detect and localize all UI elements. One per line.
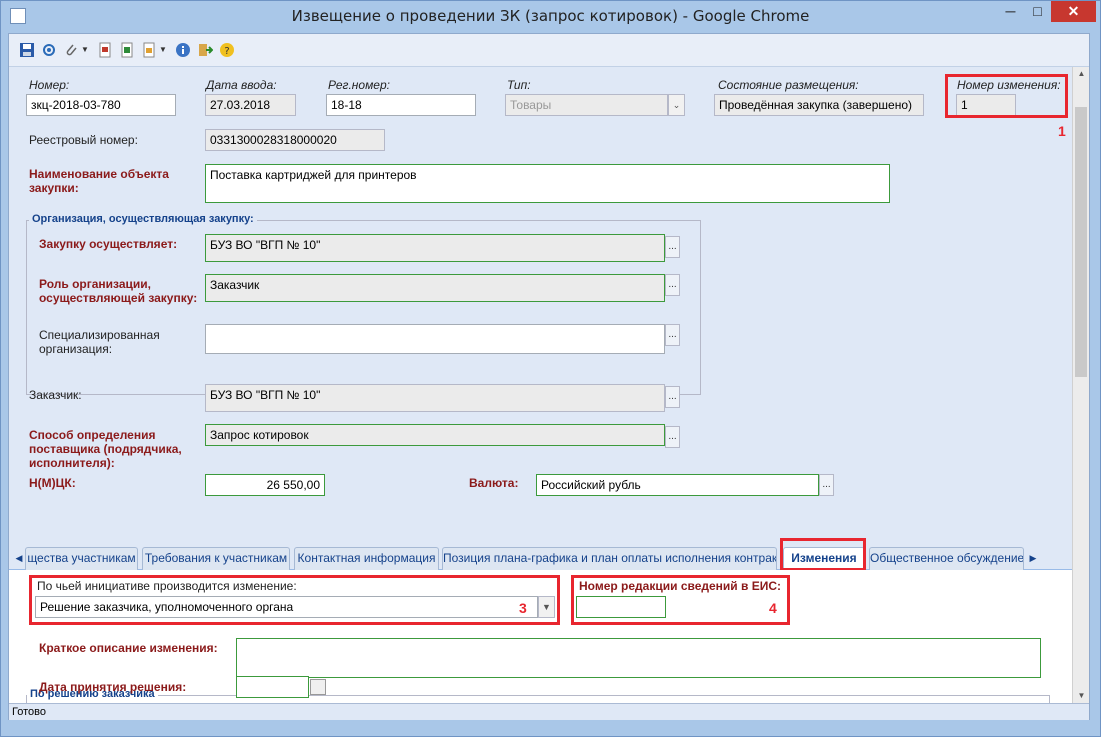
currency-select-button[interactable]: ... [819,474,834,496]
excel-icon[interactable] [119,42,135,58]
customer-select-button[interactable]: ... [665,386,680,408]
customer-label: Заказчик: [29,388,82,402]
reg-number-label: Рег.номер: [328,78,390,92]
scroll-down-icon[interactable]: ▼ [1073,689,1090,703]
attachment-icon[interactable] [63,42,79,58]
registry-label: Реестровый номер: [29,133,138,147]
browser-window: Извещение о проведении ЗК (запрос котиро… [0,0,1101,737]
export-icon[interactable] [97,42,113,58]
method-field: Запрос котировок [205,424,665,446]
tab-scroll-right-icon[interactable]: ▶ [1027,549,1039,567]
reg-number-field[interactable]: 18-18 [326,94,476,116]
save-icon[interactable] [19,42,35,58]
minimize-button[interactable]: ─ [997,1,1024,22]
special-org-field[interactable] [205,324,665,354]
number-label: Номер: [29,78,70,92]
number-field[interactable]: зкц-2018-03-780 [26,94,176,116]
description-label: Краткое описание изменения: [39,641,218,655]
special-org-label: Специализированная организация: [39,328,160,356]
purchaser-label: Закупку осуществляет: [39,237,178,251]
type-select: Товары [505,94,668,116]
tab-bid-security[interactable]: щества участникам [25,547,138,570]
tab-public-discussion[interactable]: Общественное обсуждение [869,547,1024,570]
annotation-4: 4 [769,600,777,616]
date-field: 27.03.2018 [205,94,296,116]
app-content: ▼ ▼ ? Номер: Дата ввода: Рег.номер: Тип:… [8,33,1090,720]
highlight-box-4 [571,575,790,625]
role-field: Заказчик [205,274,665,302]
form-area: Номер: Дата ввода: Рег.номер: Тип: Состо… [9,67,1072,703]
tabs-bar: ◀ щества участникам Требования к участни… [9,542,1072,571]
window-title: Извещение о проведении ЗК (запрос котиро… [291,7,810,25]
chevron-down-icon: ⌄ [668,94,685,116]
tab-contacts[interactable]: Контактная информация [294,547,439,570]
annotation-3: 3 [519,600,527,616]
info-icon[interactable] [175,42,191,58]
status-bar: Готово [9,703,1089,720]
highlight-box-2 [780,538,866,571]
scroll-thumb[interactable] [1075,107,1087,377]
svg-text:?: ? [224,46,229,57]
calendar-icon[interactable] [310,679,326,695]
vertical-scrollbar[interactable]: ▲ ▼ [1072,67,1089,703]
exit-icon[interactable] [197,42,213,58]
tab-requirements[interactable]: Требования к участникам [142,547,290,570]
maximize-button[interactable]: □ [1024,1,1051,22]
currency-label: Валюта: [469,476,519,490]
annotation-1: 1 [1058,123,1066,139]
price-label: Н(М)ЦК: [29,476,76,490]
method-label: Способ определения поставщика (подрядчик… [29,428,182,470]
currency-field: Российский рубль [536,474,819,496]
organization-legend: Организация, осуществляющая закупку: [29,213,257,225]
type-label: Тип: [507,78,531,92]
help-icon[interactable]: ? [219,42,235,58]
chevron-down-icon[interactable]: ▼ [159,42,167,58]
decision-date-field[interactable] [236,676,309,698]
highlight-box-3 [29,575,560,625]
decision-date-label: Дата принятия решения: [39,680,187,694]
object-label: Наименование объекта закупки: [29,167,169,195]
role-label: Роль организации, осуществляющей закупку… [39,277,198,305]
purchaser-field: БУЗ ВО "ВГП № 10" [205,234,665,262]
state-field: Проведённая закупка (завершено) [714,94,924,116]
date-label: Дата ввода: [206,78,277,92]
tab-scroll-left-icon[interactable]: ◀ [13,549,25,567]
method-select-button[interactable]: ... [665,426,680,448]
toolbar: ▼ ▼ ? [9,34,1089,67]
registry-field: 0331300028318000020 [205,129,385,151]
title-bar: Извещение о проведении ЗК (запрос котиро… [1,1,1100,33]
close-button[interactable]: ✕ [1051,1,1096,22]
purchaser-select-button[interactable]: ... [665,236,680,258]
special-org-select-button[interactable]: ... [665,324,680,346]
chevron-down-icon[interactable]: ▼ [81,42,89,58]
customer-field: БУЗ ВО "ВГП № 10" [205,384,665,412]
price-field[interactable]: 26 550,00 [205,474,325,496]
role-select-button[interactable]: ... [665,274,680,296]
state-label: Состояние размещения: [718,78,859,92]
refresh-icon[interactable] [41,42,57,58]
object-field[interactable]: Поставка картриджей для принтеров [205,164,890,203]
description-field[interactable] [236,638,1041,678]
decision-fieldset [26,695,1050,703]
print-icon[interactable] [141,42,157,58]
tab-plan-position[interactable]: Позиция плана-графика и план оплаты испо… [442,547,777,570]
scroll-up-icon[interactable]: ▲ [1073,67,1090,81]
highlight-box-1 [945,74,1068,118]
